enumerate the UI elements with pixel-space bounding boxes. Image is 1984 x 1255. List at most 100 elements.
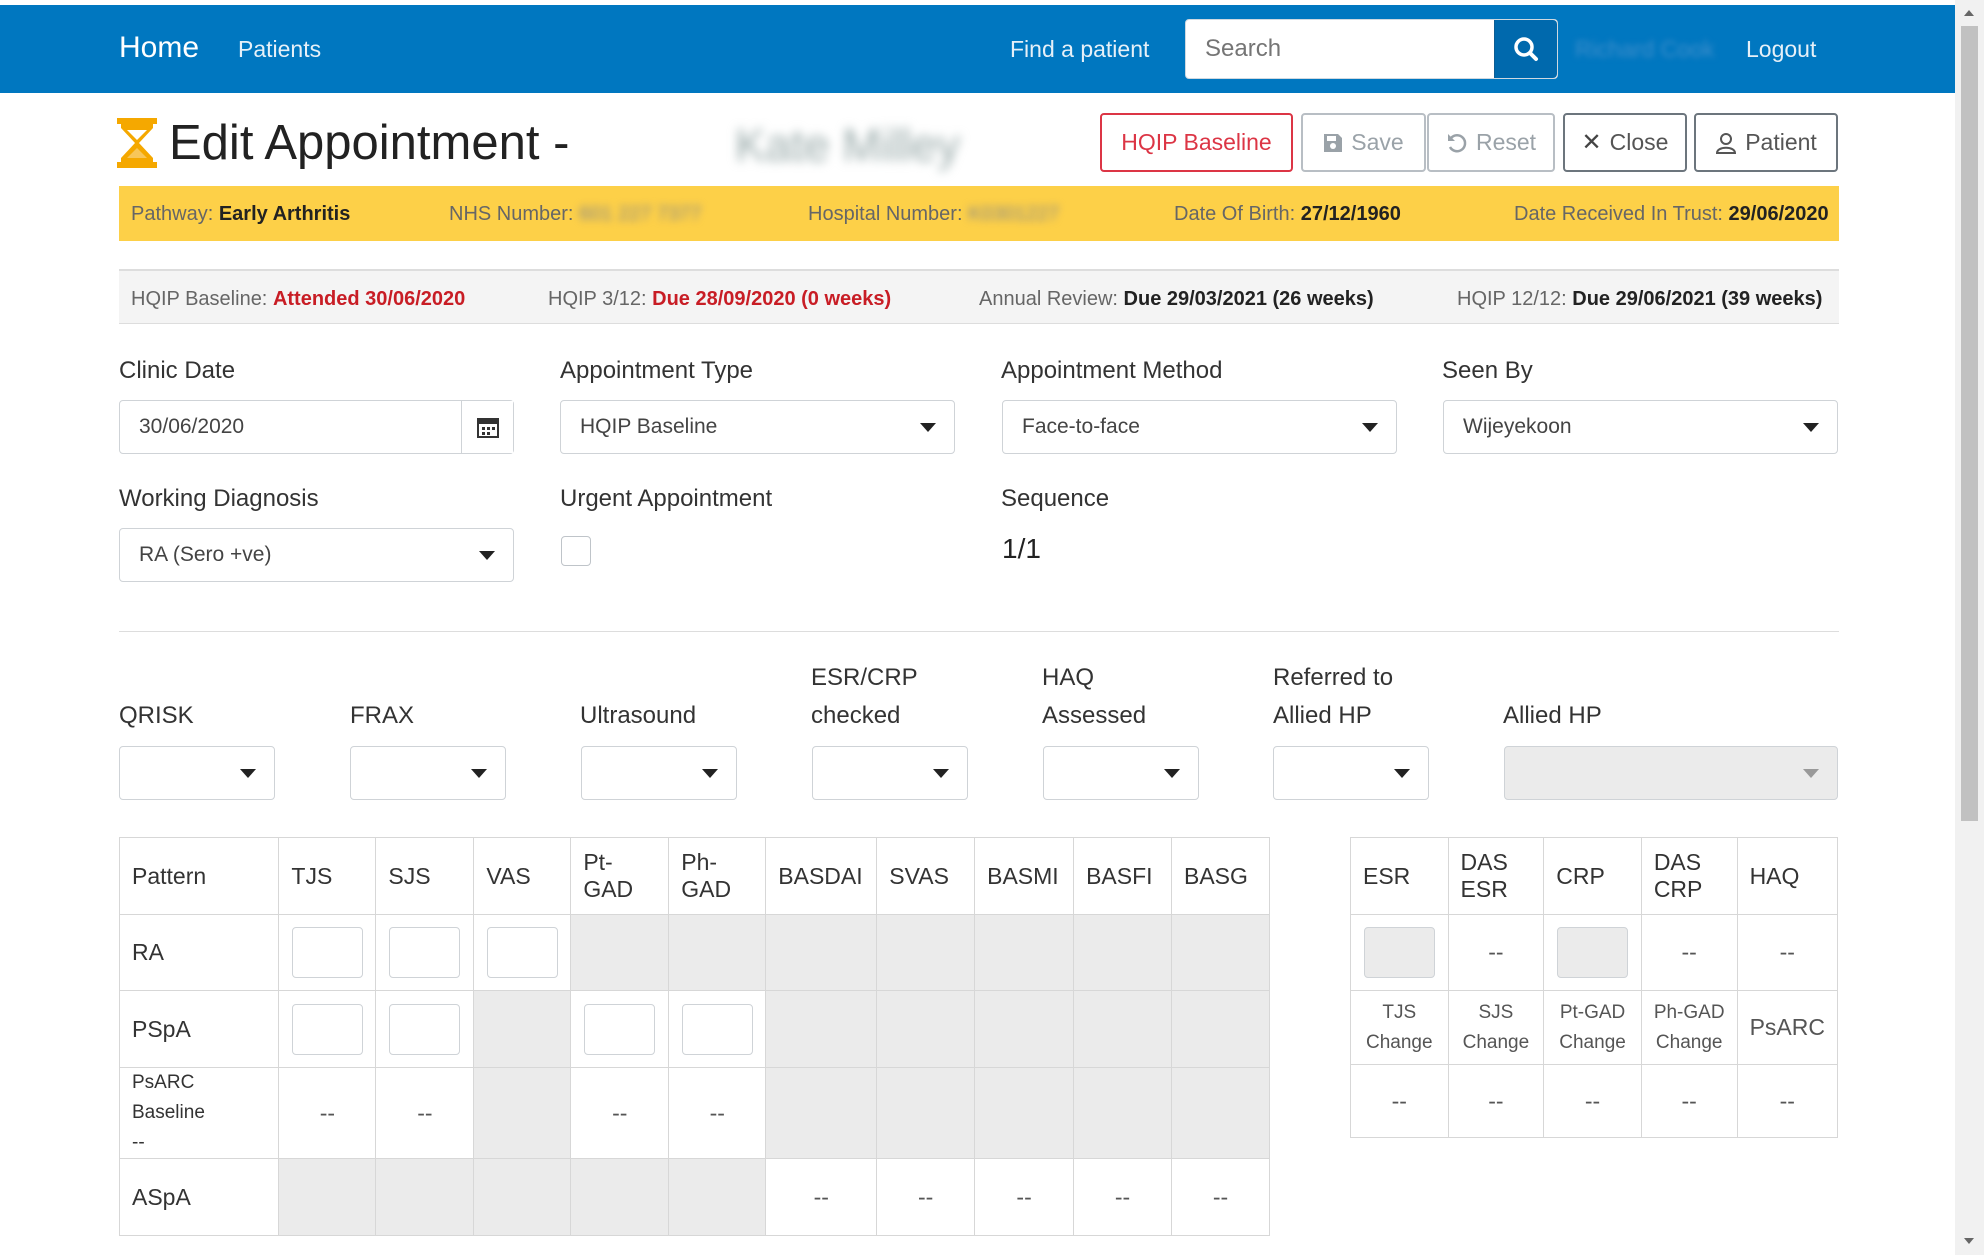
- date-received-info: Date Received In Trust: 29/06/2020: [1514, 203, 1829, 225]
- psarc-tjs-value: --: [278, 1067, 377, 1159]
- home-link[interactable]: Home: [119, 31, 199, 65]
- hqip-3m-info: HQIP 3/12: Due 28/09/2020 (0 weeks): [548, 288, 892, 310]
- esr-crp-select[interactable]: [812, 746, 968, 800]
- frax-select[interactable]: [350, 746, 506, 800]
- scroll-up-icon[interactable]: [1964, 10, 1974, 16]
- scores-table: Pattern TJS SJS VAS Pt-GAD Ph-GAD BASDAI…: [118, 837, 1270, 1236]
- col-header: ESR: [1350, 837, 1449, 915]
- sjs-change-value: --: [1447, 1064, 1545, 1138]
- col-header: VAS: [473, 837, 572, 915]
- close-label: Close: [1609, 129, 1669, 155]
- pathway-info: Pathway: Early Arthritis: [131, 203, 351, 225]
- ra-vas-input[interactable]: [486, 927, 558, 978]
- logout-link[interactable]: Logout: [1746, 36, 1816, 63]
- frax-label: FRAX: [350, 702, 415, 729]
- patient-name: Kate Milley: [735, 119, 960, 171]
- aspa-basfi-value: --: [1073, 1158, 1172, 1236]
- save-button[interactable]: Save: [1301, 113, 1426, 172]
- scroll-down-icon[interactable]: [1964, 1238, 1974, 1244]
- clinic-date-field[interactable]: 30/06/2020: [119, 400, 514, 454]
- pspa-tjs-input[interactable]: [291, 1003, 363, 1055]
- patient-button[interactable]: Patient: [1694, 113, 1838, 172]
- col-header: HAQ: [1736, 837, 1839, 915]
- patient-info-bar: Pathway: Early Arthritis NHS Number: 601…: [119, 186, 1839, 241]
- allied-hp-select: [1504, 746, 1838, 800]
- ra-sjs-input[interactable]: [389, 927, 461, 978]
- search-box: [1185, 19, 1558, 79]
- col-header: BASMI: [974, 837, 1075, 915]
- esr-crp-label-line1: ESR/CRP: [811, 664, 918, 691]
- save-label: Save: [1351, 129, 1404, 155]
- haq-select[interactable]: [1043, 746, 1199, 800]
- psarc-label: PsARC: [1736, 990, 1839, 1065]
- urgent-appointment-label: Urgent Appointment: [560, 485, 773, 512]
- hourglass-icon: [117, 118, 157, 168]
- seen-by-select[interactable]: Wijeyekoon: [1443, 400, 1838, 454]
- col-header: Ph-GAD: [668, 837, 767, 915]
- qrisk-select[interactable]: [119, 746, 275, 800]
- pspa-sjs-input[interactable]: [389, 1003, 461, 1055]
- phgad-change-value: --: [1640, 1064, 1738, 1138]
- col-header: BASG: [1171, 837, 1270, 915]
- user-name[interactable]: Richard Cook: [1575, 36, 1714, 63]
- search-button[interactable]: [1494, 20, 1557, 78]
- table-row: -- -- --: [1350, 914, 1839, 991]
- scrollbar[interactable]: [1955, 0, 1984, 1255]
- annual-review-info: Annual Review: Due 29/03/2021 (26 weeks): [979, 288, 1374, 310]
- nhs-number-info: NHS Number: 601 227 7377: [449, 203, 702, 225]
- appointment-method-select[interactable]: Face-to-face: [1002, 400, 1397, 454]
- search-input[interactable]: [1186, 20, 1494, 78]
- col-header: Pattern: [118, 837, 280, 915]
- row-label-aspa: ASpA: [118, 1158, 280, 1236]
- calendar-button[interactable]: [461, 401, 513, 453]
- table-row: -- -- -- -- --: [1350, 1064, 1839, 1138]
- scrollbar-thumb[interactable]: [1961, 26, 1978, 821]
- ultrasound-select[interactable]: [581, 746, 737, 800]
- chevron-down-icon: [1394, 769, 1410, 778]
- table-row: ASpA -- -- -- -- --: [118, 1158, 1270, 1236]
- col-header: BASFI: [1073, 837, 1172, 915]
- chevron-down-icon: [1803, 769, 1819, 778]
- close-button[interactable]: ✕ Close: [1563, 113, 1687, 172]
- hqip-schedule-bar: HQIP Baseline: Attended 30/06/2020 HQIP …: [119, 269, 1839, 324]
- patient-label: Patient: [1745, 129, 1817, 155]
- col-header: Pt-GAD: [570, 837, 670, 915]
- esr-input: [1363, 927, 1435, 978]
- patients-link[interactable]: Patients: [238, 36, 321, 63]
- chevron-down-icon: [1362, 423, 1378, 432]
- col-header: TJS: [278, 837, 377, 915]
- urgent-appointment-checkbox[interactable]: [561, 536, 591, 566]
- hospital-number-info: Hospital Number: K0301227: [808, 203, 1060, 225]
- row-label-psarc: PsARC Baseline --: [118, 1067, 280, 1159]
- working-diagnosis-select[interactable]: RA (Sero +ve): [119, 528, 514, 582]
- table-row: RA: [118, 914, 1270, 991]
- das-esr-value: --: [1447, 914, 1545, 991]
- tjs-change-label: TJS Change: [1350, 990, 1449, 1065]
- navbar: Home Patients Find a patient Richard Coo…: [0, 5, 1955, 93]
- pspa-ptgad-input[interactable]: [584, 1003, 656, 1055]
- col-header: CRP: [1543, 837, 1642, 915]
- appointment-type-select[interactable]: HQIP Baseline: [560, 400, 955, 454]
- col-header: BASDAI: [765, 837, 878, 915]
- pspa-phgad-input[interactable]: [681, 1003, 753, 1055]
- ra-tjs-input[interactable]: [291, 927, 363, 978]
- psarc-sjs-value: --: [375, 1067, 475, 1159]
- referred-select[interactable]: [1273, 746, 1429, 800]
- hqip-baseline-label: HQIP Baseline: [1121, 129, 1272, 155]
- table-header-row: ESR DAS ESR CRP DAS CRP HAQ: [1350, 837, 1839, 915]
- chevron-down-icon: [920, 423, 936, 432]
- dob-info: Date Of Birth: 27/12/1960: [1174, 203, 1401, 225]
- working-diagnosis-label: Working Diagnosis: [119, 485, 319, 512]
- hqip-baseline-button[interactable]: HQIP Baseline: [1100, 113, 1293, 172]
- reset-button[interactable]: Reset: [1427, 113, 1555, 172]
- labs-table: ESR DAS ESR CRP DAS CRP HAQ -- -- -- TJS…: [1350, 837, 1839, 1138]
- row-label-pspa: PSpA: [118, 990, 280, 1068]
- chevron-down-icon: [1803, 423, 1819, 432]
- col-header: DAS CRP: [1640, 837, 1738, 915]
- haq-label-line2: Assessed: [1042, 702, 1147, 729]
- sequence-value: 1/1: [1002, 533, 1041, 564]
- esr-crp-label-line2: checked: [811, 702, 901, 729]
- find-patient-label: Find a patient: [1010, 36, 1150, 62]
- aspa-basmi-value: --: [974, 1158, 1075, 1236]
- aspa-svas-value: --: [876, 1158, 976, 1236]
